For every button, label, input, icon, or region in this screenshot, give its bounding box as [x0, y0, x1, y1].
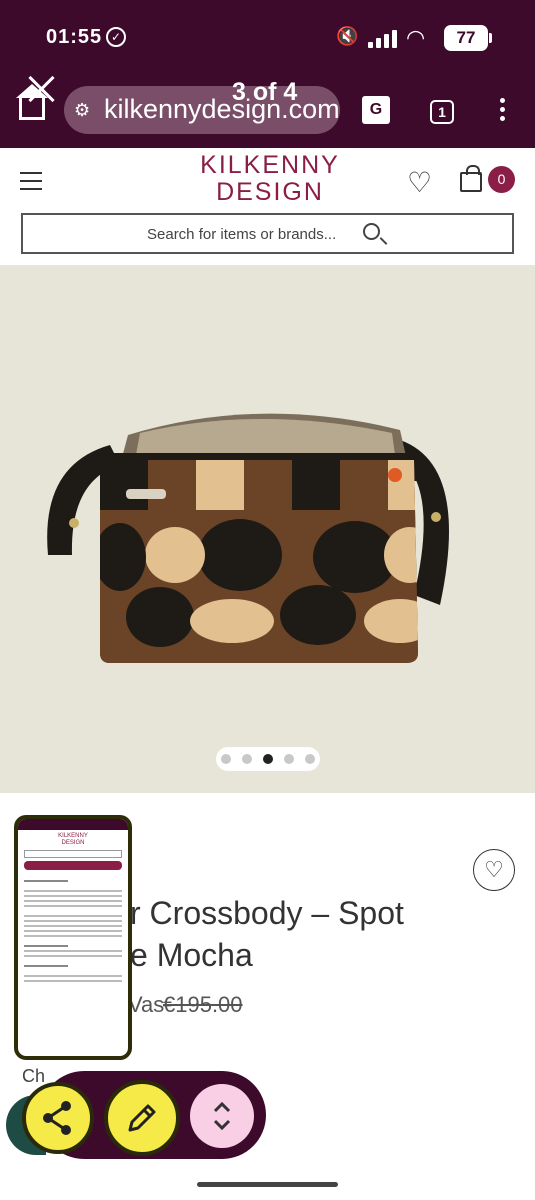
url-text[interactable]: kilkennydesign.com [104, 94, 340, 125]
hamburger-menu-icon[interactable] [20, 172, 42, 196]
thumb-search [24, 850, 122, 858]
site-settings-icon[interactable]: ⚙ [74, 100, 90, 121]
thumb-line [24, 925, 122, 927]
status-time: 01:55 [46, 26, 103, 48]
edit-button[interactable] [104, 1080, 180, 1156]
carousel-dot[interactable] [242, 754, 252, 764]
scroll-capture-button[interactable] [190, 1084, 254, 1148]
choose-option-label: Ch [22, 1066, 46, 1086]
product-image-gallery[interactable] [0, 265, 535, 793]
thumb-logo: KILKENNY DESIGN [58, 833, 88, 846]
share-icon [43, 1101, 71, 1135]
carousel-dot[interactable] [221, 754, 231, 764]
thumb-line [24, 915, 122, 917]
battery-indicator: 77 [444, 25, 488, 51]
thumb-line [24, 980, 122, 982]
wishlist-heart-icon[interactable]: ♡ [407, 166, 432, 199]
battery-tip [489, 33, 492, 43]
carousel-dot[interactable] [284, 754, 294, 764]
thumb-line [24, 935, 122, 937]
shopping-bag-icon[interactable] [460, 165, 482, 192]
product-title-line2: e Mocha [130, 937, 253, 973]
thumb-line [24, 955, 122, 957]
home-icon[interactable] [19, 98, 45, 120]
cart-count-badge[interactable]: 0 [488, 166, 515, 193]
pencil-icon [128, 1104, 156, 1132]
logo-line1: KILKENNY [200, 151, 340, 179]
thumb-status [18, 819, 128, 830]
browser-top-bar: 01:55 ✓ 🔇 ◠ 77 ⚙ kilkennydesign.com 3 of… [0, 0, 535, 148]
tab-switcher-button[interactable]: 1 [430, 100, 454, 124]
bag-image [47, 413, 449, 663]
wifi-icon: ◠ [406, 25, 426, 50]
logo-line2: DESIGN [216, 178, 324, 206]
search-input[interactable]: Search for items or brands... [21, 213, 514, 254]
product-title-line1: r Crossbody – Spot [130, 895, 404, 931]
signal-icon [368, 28, 398, 48]
home-roof [16, 84, 48, 98]
gesture-home-bar[interactable] [197, 1182, 338, 1187]
thumb-line [24, 920, 122, 922]
thumb-line [24, 975, 122, 977]
check-circle-icon: ✓ [106, 27, 126, 47]
search-placeholder: Search for items or brands... [147, 226, 337, 243]
was-price: €195.00 [163, 992, 243, 1017]
add-to-wishlist-button[interactable]: ♡ [473, 849, 515, 891]
expand-vertical-icon [213, 1101, 231, 1131]
thumb-line [24, 900, 122, 902]
search-icon[interactable] [363, 223, 380, 240]
site-logo[interactable]: KILKENNY DESIGN [190, 152, 350, 206]
thumb-line [24, 950, 122, 952]
carousel-dot-active[interactable] [263, 754, 273, 764]
thumb-line [24, 880, 68, 882]
page-indicator: 3 of 4 [232, 78, 298, 106]
more-menu-icon[interactable] [500, 98, 506, 125]
carousel-dot[interactable] [305, 754, 315, 764]
thumb-button [24, 861, 122, 870]
thumb-line [24, 930, 122, 932]
screenshot-preview-thumbnail[interactable]: KILKENNY DESIGN [14, 815, 132, 1060]
was-price-label: Vas [128, 992, 165, 1017]
mute-icon: 🔇 [336, 26, 359, 46]
thumb-line [24, 945, 68, 947]
thumb-line [24, 890, 122, 892]
thumb-line [24, 965, 68, 967]
thumb-line [24, 905, 122, 907]
thumb-line [24, 895, 122, 897]
share-button[interactable] [22, 1082, 94, 1154]
translate-icon[interactable]: G [362, 96, 390, 124]
image-carousel-dots [216, 747, 320, 771]
screen: 01:55 ✓ 🔇 ◠ 77 ⚙ kilkennydesign.com 3 of… [0, 0, 535, 1200]
